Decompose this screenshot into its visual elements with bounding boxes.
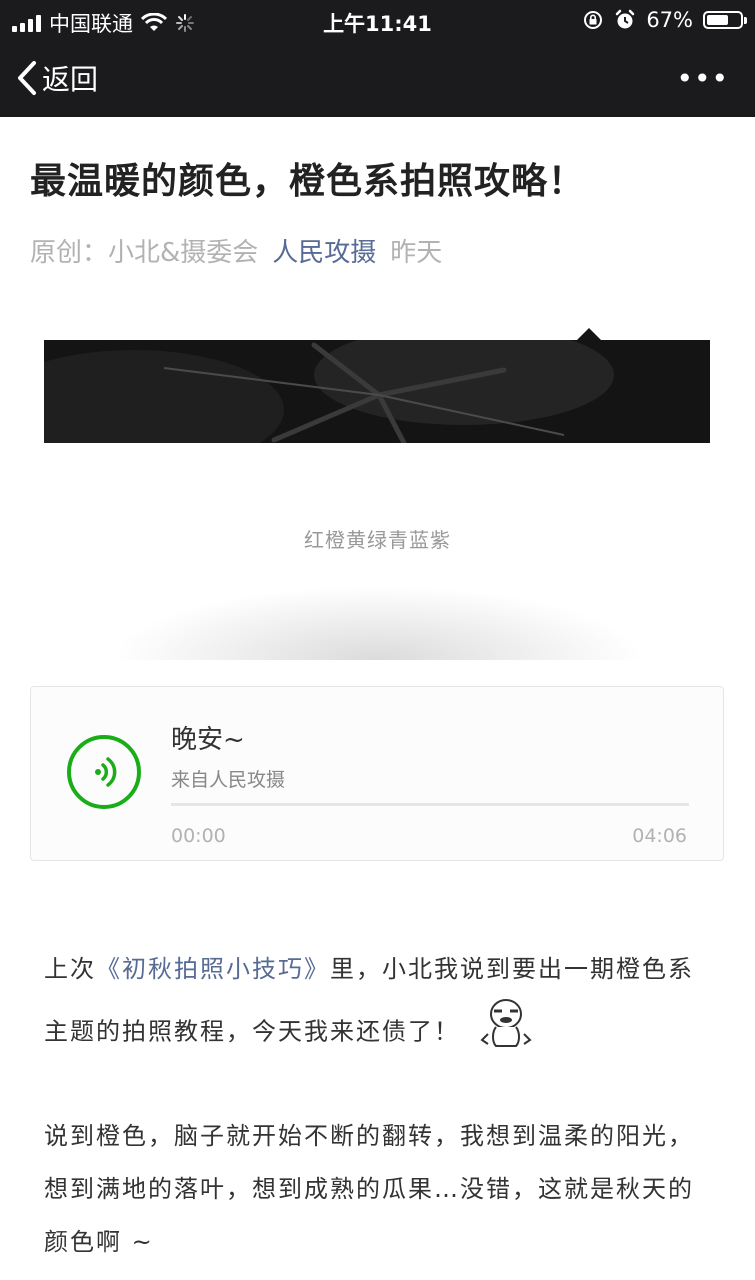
- paragraph-1: 上次《初秋拍照小技巧》里，小北我说到要出一期橙色系主题的拍照教程，今天我来还债了…: [44, 943, 714, 1069]
- meta-date: 昨天: [390, 238, 443, 268]
- back-button[interactable]: 返回: [16, 58, 98, 98]
- audio-progress-bar[interactable]: [171, 803, 689, 806]
- audio-source: 来自人民攻摄: [171, 769, 286, 791]
- account-name-link[interactable]: 人民攻摄: [272, 238, 376, 268]
- audio-player[interactable]: 晚安~ 来自人民攻摄 00:00 04:06: [30, 686, 724, 861]
- nav-bar: 返回 •••: [0, 40, 755, 117]
- alarm-icon: [616, 9, 635, 29]
- paragraph-1-prefix: 上次: [44, 955, 96, 983]
- status-bar: 中国联通 上午11:41 67%: [0, 0, 755, 40]
- image-shadow: [110, 585, 645, 660]
- battery-icon: [703, 11, 747, 29]
- sticker-emoji-icon: [478, 996, 534, 1069]
- battery-percent: 67%: [646, 8, 693, 32]
- audio-duration: 04:06: [632, 825, 687, 847]
- image-caption: 红橙黄绿青蓝紫: [304, 528, 451, 552]
- audio-title: 晚安~: [171, 725, 245, 755]
- meta-original: 原创：小北&摄委会: [30, 238, 259, 268]
- sound-wave-icon: [95, 757, 117, 787]
- more-options-button[interactable]: •••: [676, 62, 729, 95]
- status-right: 67%: [582, 8, 747, 32]
- article-title: 最温暖的颜色，橙色系拍照攻略！: [30, 161, 586, 202]
- audio-play-button[interactable]: [67, 735, 141, 809]
- audio-current-time: 00:00: [171, 825, 226, 847]
- rotation-lock-icon: [584, 11, 603, 29]
- back-label: 返回: [42, 63, 99, 96]
- article-meta: 原创：小北&摄委会 人民攻摄 昨天: [30, 232, 442, 269]
- header-image: [44, 340, 710, 443]
- chevron-left-icon: [18, 61, 36, 95]
- battery-level: [707, 15, 729, 25]
- paragraph-2: 说到橙色，脑子就开始不断的翻转，我想到温柔的阳光，想到满地的落叶，想到成熟的瓜果…: [44, 1122, 694, 1256]
- article-link[interactable]: 《初秋拍照小技巧》: [96, 955, 330, 983]
